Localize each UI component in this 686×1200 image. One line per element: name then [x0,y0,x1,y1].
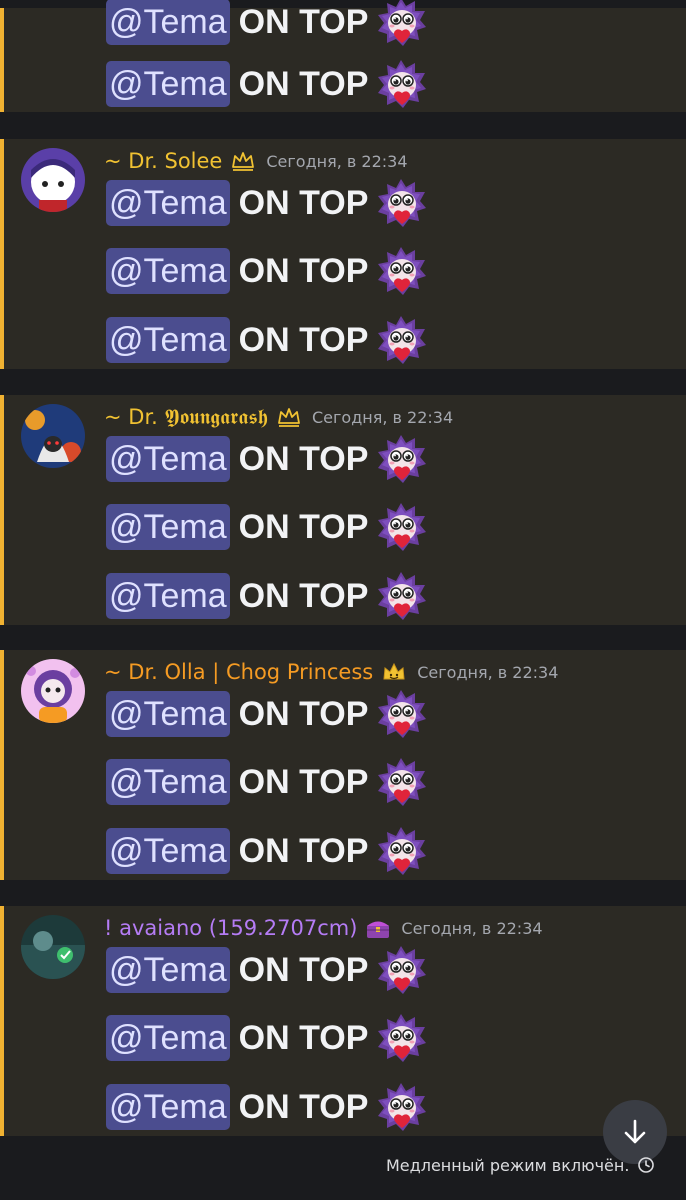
avatar[interactable] [21,915,85,979]
message-line: @Tema ON TOP [106,827,427,875]
chog-heart-emoji [375,688,427,740]
message-line: @Tema ON TOP [106,1083,427,1131]
chog-heart-emoji [375,177,427,229]
message-line: @Tema ON TOP [106,572,427,620]
message-text: ON TOP [238,3,369,41]
timestamp: Сегодня, в 22:34 [417,662,559,682]
message-line: @Tema ON TOP [106,946,427,994]
chog-heart-emoji [375,756,427,808]
message-text: ON TOP [238,695,369,733]
mention-tag[interactable]: @Tema [106,573,230,619]
message-text: ON TOP [238,508,369,546]
message-line: @Tema ON TOP [106,179,427,227]
message-group: ~ Dr. Olla | Chog Princess Сегодня, в 22… [0,650,686,880]
message-text: ON TOP [238,951,369,989]
mention-tag[interactable]: @Tema [106,180,230,226]
avatar[interactable] [21,404,85,468]
username[interactable]: ~ Dr. Olla | Chog Princess [104,660,373,684]
mention-tag[interactable]: @Tema [106,1015,230,1061]
message-text: ON TOP [238,577,369,615]
timestamp: Сегодня, в 22:34 [401,918,543,938]
message-text: ON TOP [238,321,369,359]
chog-heart-emoji [375,0,427,48]
mention-tag[interactable]: @Tema [106,0,230,45]
chog-heart-emoji [375,245,427,297]
message-text: ON TOP [238,65,369,103]
message-text: ON TOP [238,763,369,801]
chog-heart-emoji [375,944,427,996]
crown-smile-icon [381,660,407,684]
message-text: ON TOP [238,440,369,478]
mention-tag[interactable]: @Tema [106,947,230,993]
avatar[interactable] [21,659,85,723]
message-line: @Tema ON TOP [106,60,427,108]
mention-tag[interactable]: @Tema [106,828,230,874]
mention-tag[interactable]: @Tema [106,248,230,294]
mention-tag[interactable]: @Tema [106,1084,230,1130]
mention-tag[interactable]: @Tema [106,436,230,482]
message-line: @Tema ON TOP [106,758,427,806]
chog-heart-emoji [375,314,427,366]
message-header: ~ Dr. 𝖄𝖔𝖚𝖓𝖌𝖆𝖗𝖆𝖘𝖍 Сегодня, в 22:34 [104,404,453,430]
username[interactable]: ~ Dr. Solee [104,149,222,173]
message-text: ON TOP [238,1019,369,1057]
message-header: ~ Dr. Olla | Chog Princess Сегодня, в 22… [104,659,558,685]
message-group-partial: @Tema ON TOP @Tema ON TOP [0,0,686,112]
message-line: @Tema ON TOP [106,1014,427,1062]
arrow-down-icon [624,1119,646,1144]
clock-icon [638,1157,655,1173]
crown-icon [230,149,256,173]
mention-tag[interactable]: @Tema [106,759,230,805]
treasure-chest-icon [365,916,391,940]
message-header: ! avaiano (159.2707cm) Сегодня, в 22:34 [104,915,543,941]
timestamp: Сегодня, в 22:34 [312,407,454,427]
mention-tag[interactable]: @Tema [106,691,230,737]
message-text: ON TOP [238,1088,369,1126]
mention-tag[interactable]: @Tema [106,317,230,363]
message-group: ~ Dr. Solee Сегодня, в 22:34 @Tema ON TO… [0,139,686,369]
chog-heart-emoji [375,1012,427,1064]
mention-tag[interactable]: @Tema [106,504,230,550]
message-line: @Tema ON TOP [106,503,427,551]
message-header: ~ Dr. Solee Сегодня, в 22:34 [104,148,408,174]
message-line: @Tema ON TOP [106,435,427,483]
username[interactable]: ~ Dr. 𝖄𝖔𝖚𝖓𝖌𝖆𝖗𝖆𝖘𝖍 [104,405,268,430]
crown-icon [276,405,302,429]
chog-heart-emoji [375,825,427,877]
message-line: @Tema ON TOP [106,690,427,738]
message-text: ON TOP [238,832,369,870]
slowmode-text: Медленный режим включён. [386,1155,630,1175]
slowmode-notice: Медленный режим включён. [386,1153,655,1177]
message-line: @Tema ON TOP [106,0,427,46]
chog-heart-emoji [375,570,427,622]
message-text: ON TOP [238,184,369,222]
timestamp: Сегодня, в 22:34 [266,151,408,171]
message-text: ON TOP [238,252,369,290]
username[interactable]: ! avaiano (159.2707cm) [104,916,357,940]
message-line: @Tema ON TOP [106,316,427,364]
chog-heart-emoji [375,433,427,485]
mention-tag[interactable]: @Tema [106,61,230,107]
message-line: @Tema ON TOP [106,247,427,295]
chog-heart-emoji [375,58,427,110]
avatar[interactable] [21,148,85,212]
chog-heart-emoji [375,501,427,553]
message-group: ! avaiano (159.2707cm) Сегодня, в 22:34 … [0,906,686,1136]
chog-heart-emoji [375,1081,427,1133]
message-group: ~ Dr. 𝖄𝖔𝖚𝖓𝖌𝖆𝖗𝖆𝖘𝖍 Сегодня, в 22:34 @Tema … [0,395,686,625]
